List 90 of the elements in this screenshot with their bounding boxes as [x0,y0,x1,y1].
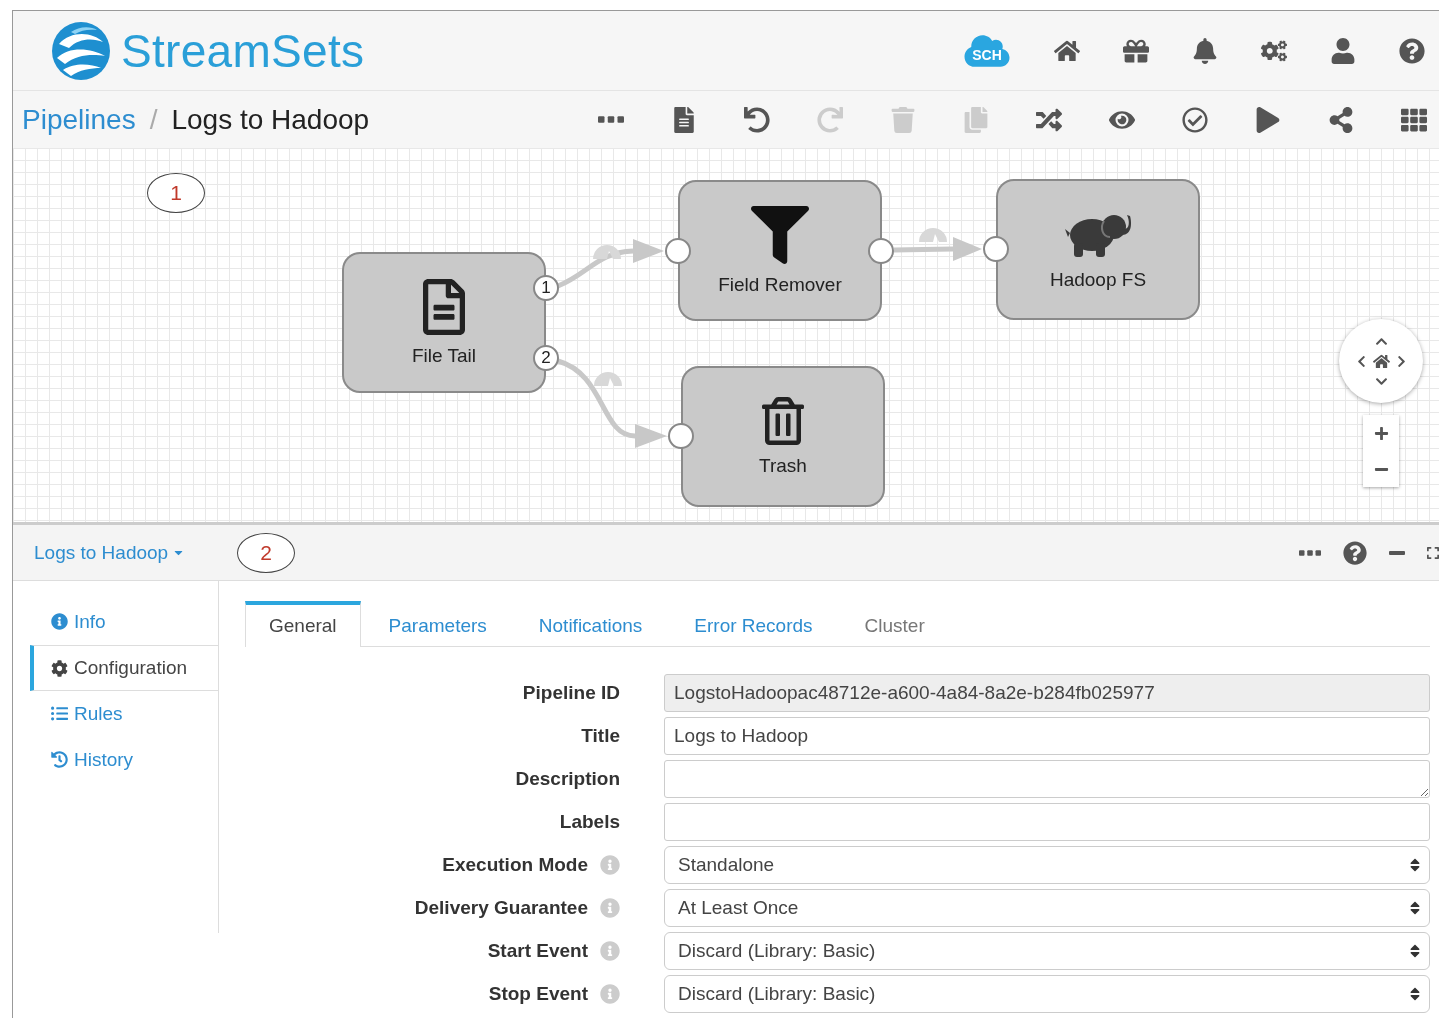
bell-button[interactable] [1192,37,1218,64]
field-label: Labels [559,811,620,833]
callout: 2 [237,532,296,573]
stage-label: Trash [759,454,807,477]
select-field[interactable]: Standalone [664,846,1430,884]
select-field[interactable]: Discard (Library: Basic) [664,975,1430,1013]
output-port[interactable]: 2 [533,345,559,371]
user-icon [1330,37,1356,64]
shuffle-button[interactable] [1036,106,1062,133]
field-label: Delivery Guarantee [414,897,588,919]
brand-name: StreamSets [121,23,365,78]
input-port[interactable] [983,236,1009,262]
grid-icon [1401,106,1427,133]
document-icon [671,106,697,133]
gift-button[interactable] [1123,37,1149,64]
stage-label: File Tail [411,344,477,367]
sidebar-label: History [74,748,134,771]
gift-icon [1123,37,1149,64]
gear-icon [51,659,68,677]
stage-node[interactable]: Hadoop FS [996,179,1200,320]
minimize-icon [1389,550,1405,555]
gauge-icon [919,228,947,242]
share-icon [1328,106,1354,133]
more-icon [598,116,624,123]
share-button[interactable] [1328,106,1354,133]
tab[interactable]: Notifications [514,601,667,647]
gauge-icon [593,245,621,259]
callout: 1 [147,173,205,213]
sidebar-item[interactable]: History [30,737,218,783]
sidebar-label: Configuration [74,657,188,679]
play-icon [1255,106,1281,133]
pipeline-title: Logs to Hadoop [171,103,370,136]
minimize-button[interactable] [1389,550,1405,555]
field-label: Pipeline ID [522,682,620,704]
help-icon [1399,37,1425,64]
undo-icon [744,106,770,133]
more-button[interactable] [598,116,624,123]
help-button[interactable] [1399,37,1425,64]
help-button[interactable] [1343,540,1367,565]
help-icon [1343,540,1367,565]
output-port[interactable]: 1 [533,275,559,301]
zoom-in-button[interactable] [1373,425,1389,441]
bell-icon [1192,37,1218,64]
sidebar-item[interactable]: Configuration [30,645,218,691]
select-field[interactable]: Discard (Library: Basic) [664,932,1430,970]
trash-icon [759,396,807,445]
select-field[interactable]: At Least Once [664,889,1430,927]
trash-icon [890,106,916,133]
sidebar-label: Info [74,610,106,633]
play-button[interactable] [1255,106,1281,133]
check-circle-button[interactable] [1182,106,1208,133]
funnel-icon [751,205,809,264]
text-field[interactable] [664,803,1430,841]
undo-button[interactable] [744,106,770,133]
sidebar-item[interactable]: Info [30,599,218,645]
gauge-icon [594,372,622,386]
input-port[interactable] [665,238,691,264]
field-label: Execution Mode [442,854,588,876]
tab[interactable]: Parameters [364,601,511,647]
field-label: Start Event [487,940,588,962]
text-field[interactable]: Logs to Hadoop [664,717,1430,755]
document-button[interactable] [671,106,697,133]
input-port[interactable] [668,423,694,449]
stage-node[interactable]: Field Remover [678,180,882,321]
sidebar-item[interactable]: Rules [30,691,218,737]
logo-icon [49,19,113,82]
pipeline-id-field[interactable]: LogstoHadoopac48712e-a600-4a84-8a2e-b284fb025977 [664,674,1430,712]
breadcrumb-separator: / [149,103,158,136]
output-port[interactable] [868,238,894,264]
shuffle-icon [1036,106,1062,133]
info-icon [51,613,68,630]
more-button[interactable] [1299,549,1321,556]
tab[interactable]: General [245,601,361,647]
stage-label: Hadoop FS [1049,268,1147,291]
more-icon [1299,549,1321,556]
home-button[interactable] [1372,352,1390,370]
sidebar-label: Rules [74,702,123,725]
description-field[interactable] [664,760,1430,798]
field-label: Title [581,725,620,747]
tab[interactable]: Error Records [670,601,837,647]
copy-icon [963,106,989,133]
grid-button[interactable] [1401,106,1427,133]
user-button[interactable] [1330,37,1356,64]
field-label: Description [515,768,620,790]
list-icon [51,705,68,722]
stage-label: Field Remover [718,273,842,296]
stage-node[interactable]: Trash [681,366,885,507]
history-icon [51,751,68,768]
field-label: Stop Event [488,983,588,1005]
redo-icon [817,106,843,133]
